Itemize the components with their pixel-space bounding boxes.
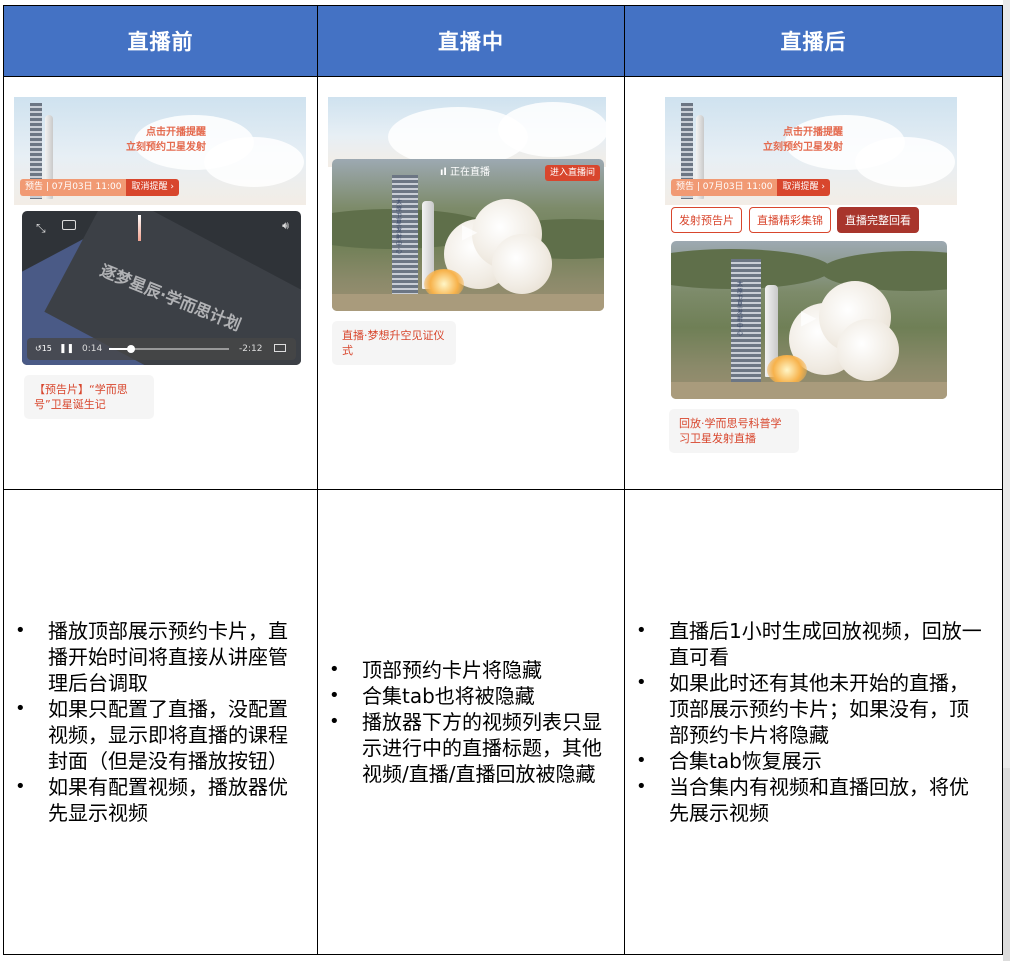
chip-full-replay[interactable]: 直播完整回看 xyxy=(837,207,919,233)
replay-player[interactable]: 太原卫星发射中心 ▶︎ xyxy=(671,241,947,399)
play-icon[interactable]: ▶︎ xyxy=(462,219,477,243)
screenshot-cell-after: 点击开播提醒 立刻预约卫星发射 预告 | 07月03日 11:00 取消提醒 ›… xyxy=(624,76,1003,490)
phone-screenshot-before: 点击开播提醒 立刻预约卫星发射 预告 | 07月03日 11:00 取消提醒 ›… xyxy=(14,97,306,427)
play-icon[interactable]: ▶︎ xyxy=(801,305,816,329)
note-item: 播放顶部展示预约卡片，直播开始时间将直接从讲座管理后台调取 xyxy=(4,618,301,696)
volume-icon[interactable]: 🔊︎ xyxy=(282,219,289,233)
phone-screenshot-during: 太原卫星发射中心 ıl 正在直播 进入直播间 ▶︎ 直播·梦想升空见证仪式 xyxy=(328,97,606,367)
screenshot-cell-during: 太原卫星发射中心 ıl 正在直播 进入直播间 ▶︎ 直播·梦想升空见证仪式 xyxy=(317,76,625,490)
notes-list-before: 播放顶部展示预约卡片，直播开始时间将直接从讲座管理后台调取 如果只配置了直播，没… xyxy=(4,618,317,826)
notice-date: 预告 | 07月03日 11:00 xyxy=(671,179,778,196)
reservation-banner[interactable]: 点击开播提醒 立刻预约卫星发射 预告 | 07月03日 11:00 取消提醒 › xyxy=(665,97,957,205)
time-remaining: -2:12 xyxy=(239,344,263,354)
screenshot-cell-before: 点击开播提醒 立刻预约卫星发射 预告 | 07月03日 11:00 取消提醒 ›… xyxy=(3,76,318,490)
reservation-banner[interactable]: 点击开播提醒 立刻预约卫星发射 预告 | 07月03日 11:00 取消提醒 › xyxy=(14,97,306,205)
cancel-reminder-button[interactable]: 取消提醒 › xyxy=(126,179,179,196)
notes-cell-before: 播放顶部展示预约卡片，直播开始时间将直接从讲座管理后台调取 如果只配置了直播，没… xyxy=(3,489,318,955)
pause-icon[interactable]: ❚❚ xyxy=(59,338,74,360)
live-status-badge: ıl 正在直播 xyxy=(440,167,491,178)
column-header-after-live: 直播后 xyxy=(624,5,1003,77)
column-header-during-live: 直播中 xyxy=(317,5,625,77)
airplay-icon[interactable] xyxy=(274,344,286,352)
note-item: 播放器下方的视频列表只显示进行中的直播标题，其他视频/直播/直播回放被隐藏 xyxy=(318,709,608,787)
chip-trailer[interactable]: 发射预告片 xyxy=(671,207,742,233)
reservation-pill: 预告 | 07月03日 11:00 取消提醒 › xyxy=(20,179,179,196)
reservation-pill: 预告 | 07月03日 11:00 取消提醒 › xyxy=(671,179,830,196)
note-item: 顶部预约卡片将隐藏 xyxy=(318,657,608,683)
note-item: 当合集内有视频和直播回放，将优先展示视频 xyxy=(625,774,986,826)
comparison-table: 直播前 直播中 直播后 点击开播提醒 立刻预约卫星发射 预告 | 07月03日 … xyxy=(3,5,1003,955)
enter-live-room-button[interactable]: 进入直播间 xyxy=(544,165,600,181)
note-item: 合集tab恢复展示 xyxy=(625,748,986,774)
video-list-item[interactable]: 【预告片】“学而思号”卫星诞生记 xyxy=(24,375,154,419)
live-bars-icon: ıl xyxy=(440,167,447,178)
note-item: 直播后1小时生成回放视频，回放一直可看 xyxy=(625,618,986,670)
note-item: 如果只配置了直播，没配置视频，显示即将直播的课程封面（但是没有播放按钮） xyxy=(4,696,301,774)
tower-text: 太原卫星发射中心 xyxy=(396,199,403,255)
seek-knob[interactable] xyxy=(126,345,135,353)
live-stream-player[interactable]: 太原卫星发射中心 ıl 正在直播 进入直播间 ▶︎ xyxy=(332,159,604,311)
note-item: 如果有配置视频，播放器优先显示视频 xyxy=(4,774,301,826)
notes-cell-after: 直播后1小时生成回放视频，回放一直可看 如果此时还有其他未开始的直播，顶部展示预… xyxy=(624,489,1003,955)
fullscreen-icon[interactable]: ⤡ xyxy=(36,221,46,236)
tower-text: 太原卫星发射中心 xyxy=(737,281,744,337)
seek-bar[interactable] xyxy=(109,345,229,353)
picture-in-picture-icon[interactable] xyxy=(62,220,76,230)
phone-screenshot-after: 点击开播提醒 立刻预约卫星发射 预告 | 07月03日 11:00 取消提醒 ›… xyxy=(665,97,957,461)
live-video-list-item[interactable]: 直播·梦想升空见证仪式 xyxy=(332,321,456,365)
notes-list-after: 直播后1小时生成回放视频，回放一直可看 如果此时还有其他未开始的直播，顶部展示预… xyxy=(625,618,1002,826)
skip-back-icon[interactable]: ↺15 xyxy=(35,338,52,360)
notes-cell-during: 顶部预约卡片将隐藏 合集tab也将被隐藏 播放器下方的视频列表只显示进行中的直播… xyxy=(317,489,625,955)
note-item: 合集tab也将被隐藏 xyxy=(318,683,608,709)
time-current: 0:14 xyxy=(82,344,103,354)
notes-list-during: 顶部预约卡片将隐藏 合集tab也将被隐藏 播放器下方的视频列表只显示进行中的直播… xyxy=(318,657,624,787)
replay-video-list-item[interactable]: 回放·学而思号科普学习卫星发射直播 xyxy=(669,409,799,453)
promo-text: 点击开播提醒 立刻预约卫星发射 xyxy=(126,127,206,153)
page-edge-shadow xyxy=(1003,768,1010,961)
video-player[interactable]: 逐梦星辰·学而思计划 ⤡ 🔊︎ ↺15 ❚❚ 0:14 -2:12 xyxy=(22,211,301,365)
chip-highlights[interactable]: 直播精彩集锦 xyxy=(749,207,831,233)
video-control-bar: ↺15 ❚❚ 0:14 -2:12 xyxy=(27,338,296,360)
cancel-reminder-button[interactable]: 取消提醒 › xyxy=(777,179,830,196)
note-item: 如果此时还有其他未开始的直播，顶部展示预约卡片；如果没有，顶部预约卡片将隐藏 xyxy=(625,670,986,748)
column-header-before-live: 直播前 xyxy=(3,5,318,77)
notice-date: 预告 | 07月03日 11:00 xyxy=(20,179,127,196)
promo-text: 点击开播提醒 立刻预约卫星发射 xyxy=(763,127,843,153)
